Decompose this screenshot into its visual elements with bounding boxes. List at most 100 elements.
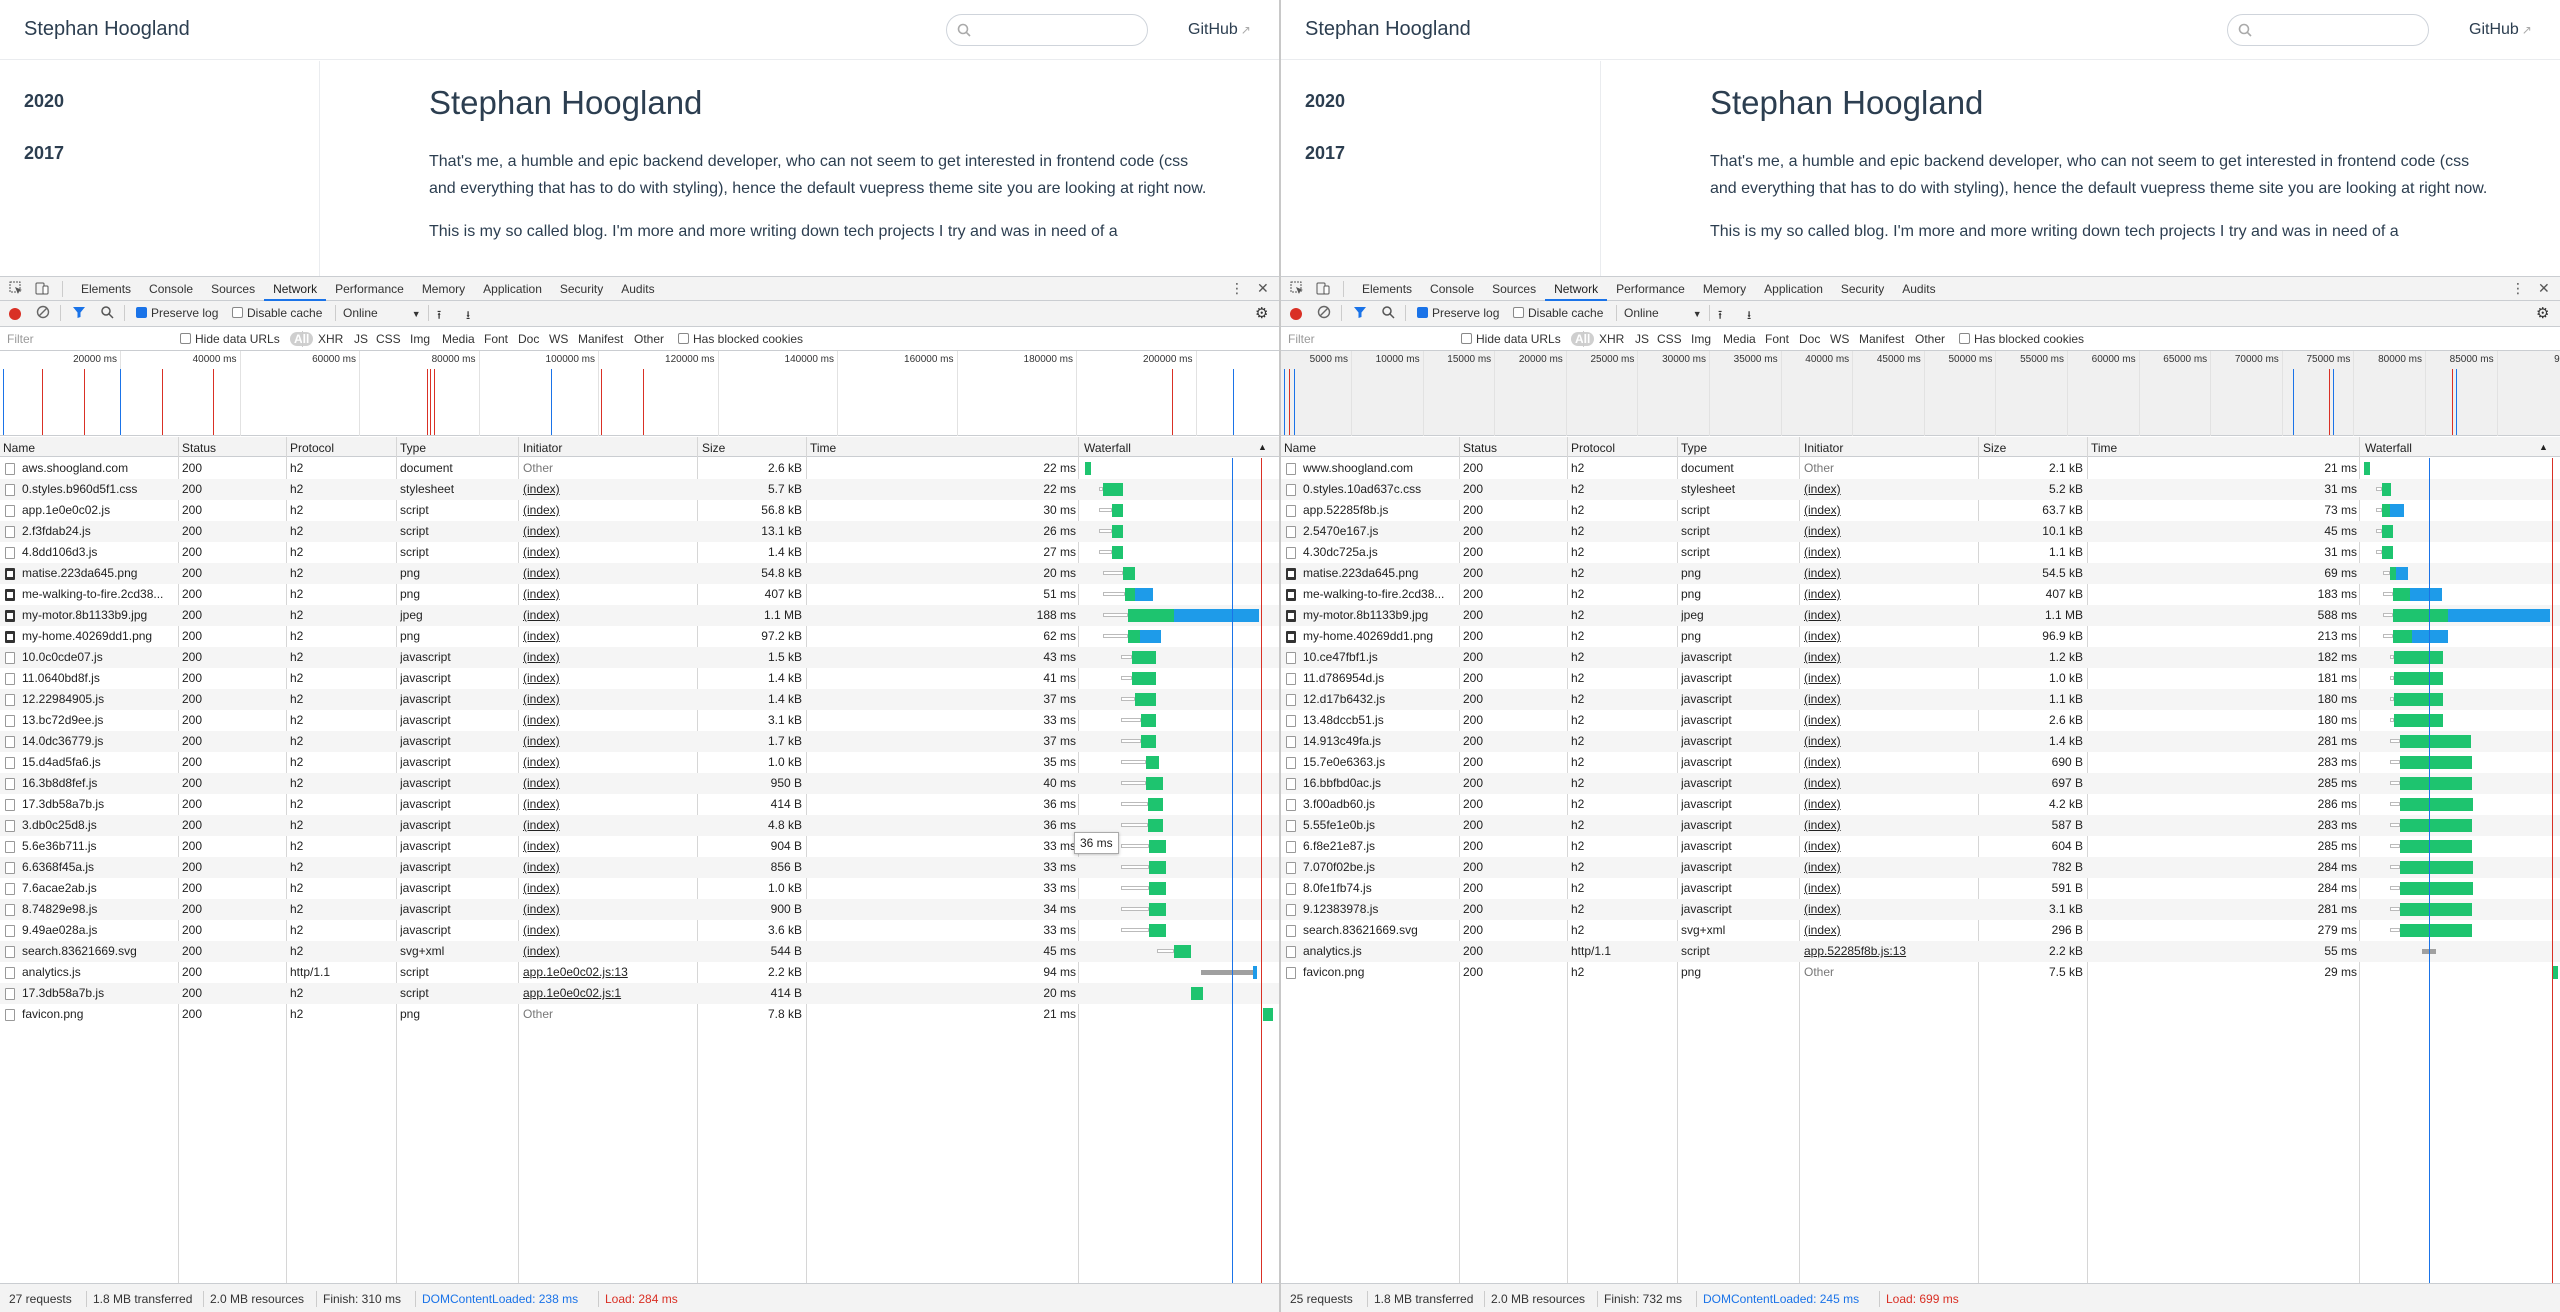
cell-initiator[interactable]: (index) xyxy=(1804,752,1974,773)
table-row[interactable]: 17.3db58a7b.js 200 h2 javascript (index) 414 … xyxy=(0,794,1279,815)
hide-data-urls-checkbox[interactable]: Hide data URLs xyxy=(1461,332,1561,346)
site-title[interactable]: Stephan Hoogland xyxy=(1305,18,1471,41)
search-network-icon[interactable] xyxy=(100,305,114,322)
cell-initiator[interactable]: (index) xyxy=(1804,584,1974,605)
table-row[interactable]: 0.styles.10ad637c.css 200 h2 stylesheet (ind… xyxy=(1281,479,2560,500)
table-row[interactable]: my-home.40269dd1.png 200 h2 png (index) 97.2 … xyxy=(0,626,1279,647)
table-row[interactable]: 10.0c0cde07.js 200 h2 javascript (index) 1.5 … xyxy=(0,647,1279,668)
cell-initiator[interactable]: (index) xyxy=(1804,878,1974,899)
table-row[interactable]: 14.0dc36779.js 200 h2 javascript (index) 1.7 … xyxy=(0,731,1279,752)
tab-console[interactable]: Console xyxy=(140,277,202,301)
type-filter-css[interactable]: CSS xyxy=(1657,332,1682,346)
cell-initiator[interactable]: (index) xyxy=(523,794,693,815)
tab-sources[interactable]: Sources xyxy=(1483,277,1545,301)
cell-initiator[interactable]: (index) xyxy=(1804,710,1974,731)
cell-initiator[interactable]: (index) xyxy=(1804,815,1974,836)
tab-performance[interactable]: Performance xyxy=(326,277,413,301)
table-row[interactable]: app.52285f8b.js 200 h2 script (index) 63.7 kB… xyxy=(1281,500,2560,521)
table-row[interactable]: 9.49ae028a.js 200 h2 javascript (index) 3.6 k… xyxy=(0,920,1279,941)
type-filter-xhr[interactable]: XHR xyxy=(318,332,343,346)
tab-elements[interactable]: Elements xyxy=(1353,277,1421,301)
filter-input[interactable]: Filter xyxy=(1284,330,1449,348)
tab-memory[interactable]: Memory xyxy=(1694,277,1755,301)
table-row[interactable]: search.83621669.svg 200 h2 svg+xml (index) 29… xyxy=(1281,920,2560,941)
sidebar-year-2020[interactable]: 2020 xyxy=(1305,91,1345,112)
table-row[interactable]: 10.ce47fbf1.js 200 h2 javascript (index) 1.2 … xyxy=(1281,647,2560,668)
cell-initiator[interactable]: (index) xyxy=(1804,563,1974,584)
tab-security[interactable]: Security xyxy=(1832,277,1893,301)
checkbox[interactable] xyxy=(180,333,191,344)
export-har-icon[interactable]: ⭳ xyxy=(466,306,470,327)
cell-initiator[interactable]: (index) xyxy=(523,731,693,752)
cell-initiator[interactable]: (index) xyxy=(523,773,693,794)
table-row[interactable]: 9.12383978.js 200 h2 javascript (index) 3.1 k… xyxy=(1281,899,2560,920)
table-row[interactable]: me-walking-to-fire.2cd38... 200 h2 png (inde… xyxy=(1281,584,2560,605)
cell-initiator[interactable]: (index) xyxy=(1804,647,1974,668)
type-filter-media[interactable]: Media xyxy=(1723,332,1756,346)
sidebar-year-2017[interactable]: 2017 xyxy=(24,143,64,164)
cell-initiator[interactable]: (index) xyxy=(523,479,693,500)
inspect-element-icon[interactable] xyxy=(1289,281,1305,297)
table-row[interactable]: 7.070f02be.js 200 h2 javascript (index) 782 B… xyxy=(1281,857,2560,878)
table-row[interactable]: 6.6368f45a.js 200 h2 javascript (index) 856 B… xyxy=(0,857,1279,878)
tab-application[interactable]: Application xyxy=(1755,277,1832,301)
sort-ascending-icon[interactable]: ▲ xyxy=(2539,442,2548,452)
cell-initiator[interactable]: app.1e0e0c02.js:13 xyxy=(523,962,693,983)
cell-initiator[interactable]: (index) xyxy=(1804,500,1974,521)
table-row[interactable]: 12.d17b6432.js 200 h2 javascript (index) 1.1 … xyxy=(1281,689,2560,710)
type-filter-doc[interactable]: Doc xyxy=(518,332,539,346)
cell-initiator[interactable]: (index) xyxy=(1804,731,1974,752)
table-row[interactable]: search.83621669.svg 200 h2 svg+xml (index) 54… xyxy=(0,941,1279,962)
table-row[interactable]: favicon.png 200 h2 png Other 7.8 kB 21 ms xyxy=(0,1004,1279,1025)
checkbox[interactable] xyxy=(1959,333,1970,344)
checkbox[interactable] xyxy=(232,307,243,318)
column-header-name[interactable]: Name xyxy=(3,441,35,455)
table-row[interactable]: matise.223da645.png 200 h2 png (index) 54.5 k… xyxy=(1281,563,2560,584)
type-filter-manifest[interactable]: Manifest xyxy=(1859,332,1904,346)
close-devtools-icon[interactable]: ✕ xyxy=(1257,280,1269,297)
tab-network[interactable]: Network xyxy=(264,277,327,301)
tab-performance[interactable]: Performance xyxy=(1607,277,1694,301)
sort-ascending-icon[interactable]: ▲ xyxy=(1258,442,1267,452)
type-filter-js[interactable]: JS xyxy=(1635,332,1649,346)
type-filter-doc[interactable]: Doc xyxy=(1799,332,1820,346)
site-title[interactable]: Stephan Hoogland xyxy=(24,18,190,41)
table-row[interactable]: 2.5470e167.js 200 h2 script (index) 10.1 kB 45… xyxy=(1281,521,2560,542)
preserve-log-checkbox[interactable]: Preserve log xyxy=(136,306,218,320)
cell-initiator[interactable]: (index) xyxy=(523,542,693,563)
type-filter-media[interactable]: Media xyxy=(442,332,475,346)
cell-initiator[interactable]: (index) xyxy=(1804,605,1974,626)
disable-cache-checkbox[interactable]: Disable cache xyxy=(1513,306,1603,320)
table-row[interactable]: 13.bc72d9ee.js 200 h2 javascript (index) 3.1 … xyxy=(0,710,1279,731)
column-header-time[interactable]: Time xyxy=(810,441,836,455)
cell-initiator[interactable]: (index) xyxy=(523,878,693,899)
table-row[interactable]: 15.d4ad5fa6.js 200 h2 javascript (index) 1.0 … xyxy=(0,752,1279,773)
cell-initiator[interactable]: app.52285f8b.js:13 xyxy=(1804,941,1974,962)
cell-initiator[interactable]: (index) xyxy=(1804,794,1974,815)
cell-initiator[interactable]: (index) xyxy=(1804,479,1974,500)
more-options-icon[interactable]: ⋮ xyxy=(2511,280,2525,297)
cell-initiator[interactable]: (index) xyxy=(523,563,693,584)
sidebar-year-2020[interactable]: 2020 xyxy=(24,91,64,112)
cell-initiator[interactable]: (index) xyxy=(1804,773,1974,794)
table-row[interactable]: 13.48dccb51.js 200 h2 javascript (index) 2.6 … xyxy=(1281,710,2560,731)
preserve-log-checkbox[interactable]: Preserve log xyxy=(1417,306,1499,320)
search-input[interactable] xyxy=(946,14,1148,46)
cell-initiator[interactable]: (index) xyxy=(523,836,693,857)
sidebar-year-2017[interactable]: 2017 xyxy=(1305,143,1345,164)
table-row[interactable]: 4.8dd106d3.js 200 h2 script (index) 1.4 kB 27 … xyxy=(0,542,1279,563)
table-row[interactable]: 14.913c49fa.js 200 h2 javascript (index) 1.4 … xyxy=(1281,731,2560,752)
record-button[interactable] xyxy=(9,308,21,320)
blocked-cookies-checkbox[interactable]: Has blocked cookies xyxy=(678,332,803,346)
type-filter-xhr[interactable]: XHR xyxy=(1599,332,1624,346)
checkbox[interactable] xyxy=(678,333,689,344)
table-row[interactable]: 17.3db58a7b.js 200 h2 script app.1e0e0c02.js… xyxy=(0,983,1279,1004)
type-filter-ws[interactable]: WS xyxy=(1830,332,1849,346)
checkbox[interactable] xyxy=(1513,307,1524,318)
table-row[interactable]: 5.55fe1e0b.js 200 h2 javascript (index) 587 B… xyxy=(1281,815,2560,836)
hide-data-urls-checkbox[interactable]: Hide data URLs xyxy=(180,332,280,346)
tab-elements[interactable]: Elements xyxy=(72,277,140,301)
cell-initiator[interactable]: (index) xyxy=(1804,521,1974,542)
table-row[interactable]: analytics.js 200 http/1.1 script app.52285f8… xyxy=(1281,941,2560,962)
import-har-icon[interactable]: ⭱ xyxy=(1718,306,1722,327)
